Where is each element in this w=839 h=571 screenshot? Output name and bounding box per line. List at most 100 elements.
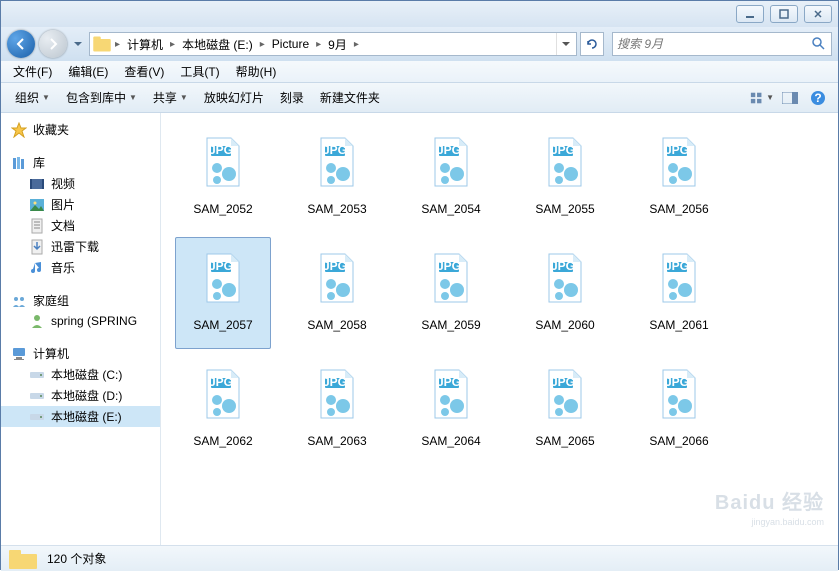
svg-text:JPG: JPG	[209, 259, 233, 273]
forward-button[interactable]	[39, 30, 67, 58]
star-icon	[11, 122, 27, 138]
close-button[interactable]	[804, 5, 832, 23]
minimize-button[interactable]	[736, 5, 764, 23]
file-label: SAM_2052	[193, 202, 252, 216]
jpg-file-icon: JPG	[301, 242, 373, 314]
picture-icon	[29, 197, 45, 213]
nav-history-dropdown[interactable]	[71, 33, 85, 55]
file-item[interactable]: JPG SAM_2056	[631, 121, 727, 233]
file-item[interactable]: JPG SAM_2064	[403, 353, 499, 465]
svg-text:JPG: JPG	[437, 259, 461, 273]
sidebar-label: 本地磁盘 (D:)	[51, 387, 122, 404]
share-button[interactable]: 共享▼	[145, 86, 196, 109]
watermark: Baidu 经验	[715, 486, 824, 515]
file-list[interactable]: JPG SAM_2052 JPG SAM_2053 JPG SAM_2054 J…	[161, 113, 838, 545]
file-label: SAM_2066	[649, 434, 708, 448]
menu-view[interactable]: 查看(V)	[116, 61, 172, 82]
menu-edit[interactable]: 编辑(E)	[60, 61, 116, 82]
jpg-file-icon: JPG	[301, 126, 373, 198]
menu-tools[interactable]: 工具(T)	[172, 61, 227, 82]
sidebar-item-drive-e[interactable]: 本地磁盘 (E:)	[1, 406, 160, 427]
sidebar-label: 本地磁盘 (E:)	[51, 408, 122, 425]
jpg-file-icon: JPG	[415, 242, 487, 314]
sidebar-libraries[interactable]: 库	[1, 152, 160, 173]
svg-text:JPG: JPG	[665, 259, 689, 273]
help-button[interactable]: ?	[806, 87, 830, 109]
sidebar-item-drive-d[interactable]: 本地磁盘 (D:)	[1, 385, 160, 406]
preview-pane-button[interactable]	[778, 87, 802, 109]
file-item[interactable]: JPG SAM_2062	[175, 353, 271, 465]
file-item[interactable]: JPG SAM_2058	[289, 237, 385, 349]
file-label: SAM_2055	[535, 202, 594, 216]
file-item[interactable]: JPG SAM_2053	[289, 121, 385, 233]
maximize-button[interactable]	[770, 5, 798, 23]
file-item[interactable]: JPG SAM_2055	[517, 121, 613, 233]
menu-help[interactable]: 帮助(H)	[228, 61, 285, 82]
file-item[interactable]: JPG SAM_2066	[631, 353, 727, 465]
sidebar-label: 文档	[51, 217, 75, 234]
jpg-file-icon: JPG	[529, 126, 601, 198]
sidebar-item-thunder[interactable]: 迅雷下载	[1, 236, 160, 257]
sidebar-computer[interactable]: 计算机	[1, 343, 160, 364]
search-input[interactable]	[617, 37, 811, 51]
sidebar-item-drive-c[interactable]: 本地磁盘 (C:)	[1, 364, 160, 385]
svg-text:JPG: JPG	[323, 143, 347, 157]
sidebar-item-music[interactable]: 音乐	[1, 257, 160, 278]
file-item[interactable]: JPG SAM_2061	[631, 237, 727, 349]
menu-file[interactable]: 文件(F)	[5, 61, 60, 82]
file-item[interactable]: JPG SAM_2060	[517, 237, 613, 349]
drive-icon	[29, 409, 45, 425]
chevron-right-icon[interactable]: ▸	[257, 39, 268, 50]
sidebar-item-documents[interactable]: 文档	[1, 215, 160, 236]
jpg-file-icon: JPG	[415, 126, 487, 198]
view-options-button[interactable]: ▼	[750, 87, 774, 109]
search-box[interactable]	[612, 32, 832, 56]
burn-button[interactable]: 刻录	[272, 86, 312, 109]
file-item[interactable]: JPG SAM_2052	[175, 121, 271, 233]
organize-button[interactable]: 组织▼	[7, 86, 58, 109]
file-label: SAM_2053	[307, 202, 366, 216]
document-icon	[29, 218, 45, 234]
chevron-right-icon[interactable]: ▸	[351, 39, 362, 50]
file-item[interactable]: JPG SAM_2065	[517, 353, 613, 465]
file-label: SAM_2057	[193, 318, 252, 332]
sidebar-favorites[interactable]: 收藏夹	[1, 119, 160, 140]
file-item[interactable]: JPG SAM_2063	[289, 353, 385, 465]
sidebar-item-videos[interactable]: 视频	[1, 173, 160, 194]
chevron-right-icon[interactable]: ▸	[313, 39, 324, 50]
jpg-file-icon: JPG	[643, 242, 715, 314]
breadcrumb-item[interactable]: 9月	[324, 33, 351, 55]
file-item[interactable]: JPG SAM_2054	[403, 121, 499, 233]
refresh-button[interactable]	[580, 32, 604, 56]
main-area: 收藏夹 库 视频 图片 文档 迅雷下载 音乐 家庭组 spring (SPRIN…	[1, 113, 838, 545]
file-label: SAM_2059	[421, 318, 480, 332]
svg-text:JPG: JPG	[437, 143, 461, 157]
breadcrumb-item[interactable]: Picture	[268, 33, 313, 55]
sidebar-homegroup[interactable]: 家庭组	[1, 290, 160, 311]
sidebar-item-user[interactable]: spring (SPRING	[1, 311, 160, 331]
breadcrumb-item[interactable]: 计算机	[123, 33, 167, 55]
computer-icon	[11, 346, 27, 362]
file-item[interactable]: JPG SAM_2059	[403, 237, 499, 349]
sidebar-label: 收藏夹	[33, 121, 69, 138]
file-item[interactable]: JPG SAM_2057	[175, 237, 271, 349]
search-icon	[811, 36, 827, 52]
new-folder-button[interactable]: 新建文件夹	[312, 86, 388, 109]
file-label: SAM_2054	[421, 202, 480, 216]
sidebar-item-pictures[interactable]: 图片	[1, 194, 160, 215]
breadcrumb-bar[interactable]: ▸ 计算机 ▸ 本地磁盘 (E:) ▸ Picture ▸ 9月 ▸	[89, 32, 577, 56]
toolbar: 组织▼ 包含到库中▼ 共享▼ 放映幻灯片 刻录 新建文件夹 ▼ ?	[1, 83, 838, 113]
file-label: SAM_2063	[307, 434, 366, 448]
path-dropdown[interactable]	[556, 33, 574, 55]
file-label: SAM_2065	[535, 434, 594, 448]
jpg-file-icon: JPG	[529, 358, 601, 430]
chevron-right-icon[interactable]: ▸	[112, 39, 123, 50]
chevron-right-icon[interactable]: ▸	[167, 39, 178, 50]
svg-text:JPG: JPG	[665, 375, 689, 389]
slideshow-button[interactable]: 放映幻灯片	[196, 86, 272, 109]
address-bar: ▸ 计算机 ▸ 本地磁盘 (E:) ▸ Picture ▸ 9月 ▸	[1, 27, 838, 61]
breadcrumb-item[interactable]: 本地磁盘 (E:)	[178, 33, 257, 55]
include-library-button[interactable]: 包含到库中▼	[58, 86, 145, 109]
back-button[interactable]	[7, 30, 35, 58]
download-icon	[29, 239, 45, 255]
